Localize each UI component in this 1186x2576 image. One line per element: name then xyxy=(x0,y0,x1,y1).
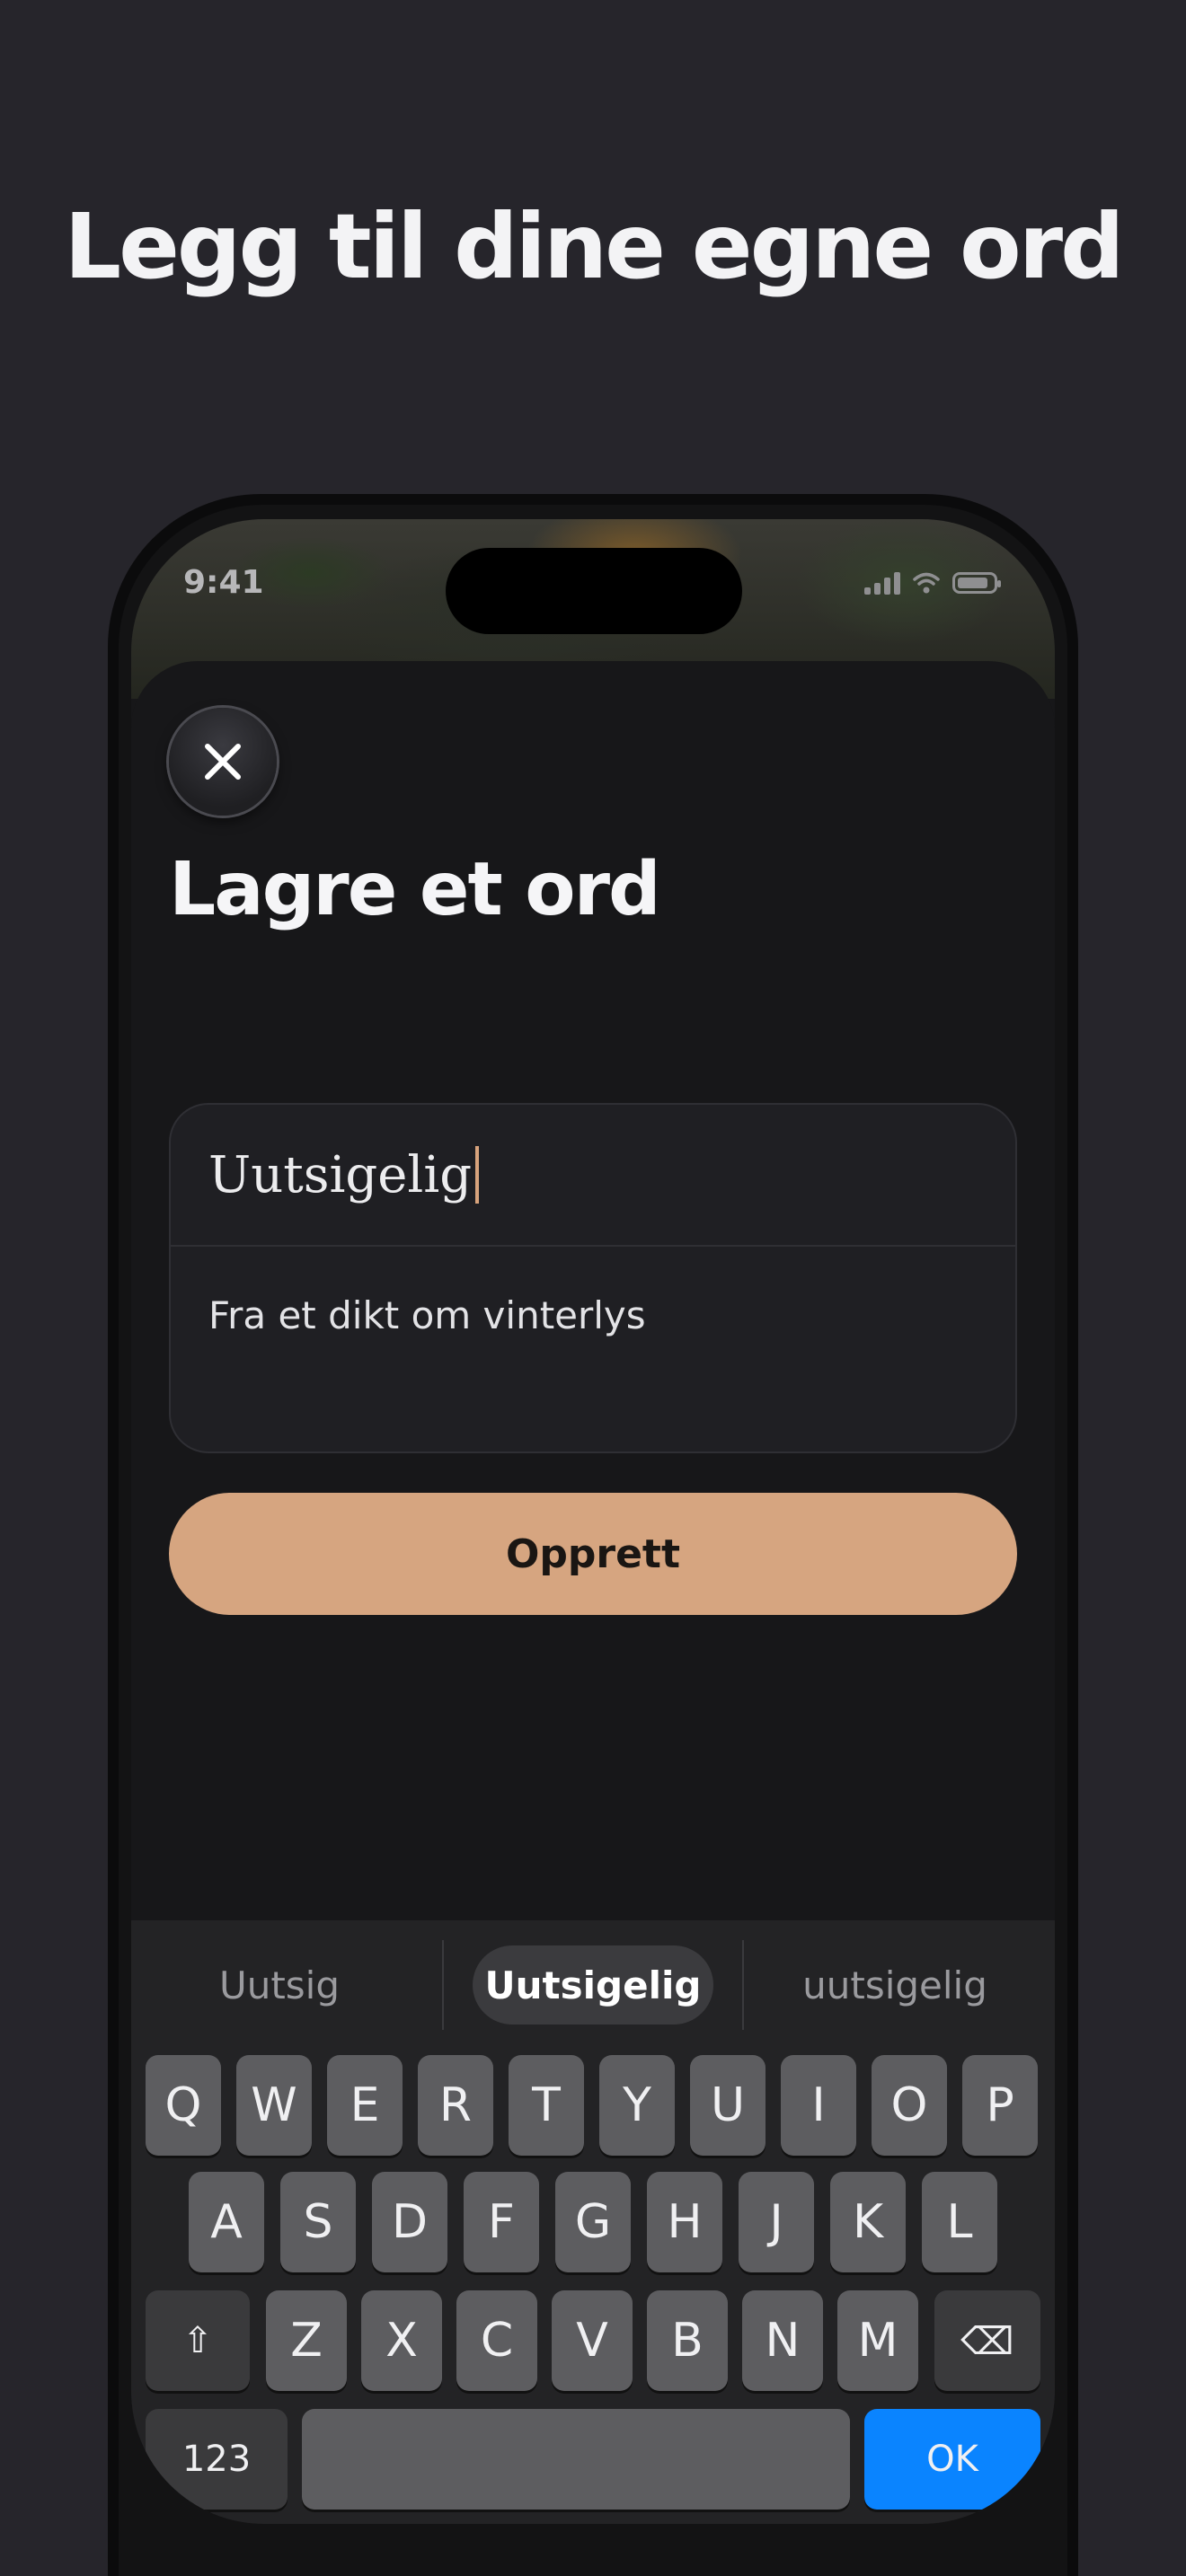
key-c[interactable]: C xyxy=(456,2290,537,2391)
suggestion-item[interactable]: Uutsig xyxy=(167,1945,392,2025)
dynamic-island xyxy=(446,548,742,634)
key-q[interactable]: Q xyxy=(146,2055,221,2156)
close-icon xyxy=(205,744,241,780)
suggestion-divider xyxy=(442,1940,444,2030)
key-s[interactable]: S xyxy=(280,2172,356,2272)
key-b[interactable]: B xyxy=(647,2290,728,2391)
key-l[interactable]: L xyxy=(922,2172,997,2272)
key-j[interactable]: J xyxy=(739,2172,814,2272)
key-k[interactable]: K xyxy=(830,2172,906,2272)
key-h[interactable]: H xyxy=(647,2172,722,2272)
close-button[interactable] xyxy=(169,708,277,816)
word-form-card: Uutsigelig Fra et dikt om vinterlys xyxy=(169,1103,1017,1453)
shift-key[interactable]: ⇧ xyxy=(146,2290,250,2391)
key-x[interactable]: X xyxy=(361,2290,442,2391)
note-input[interactable]: Fra et dikt om vinterlys xyxy=(208,1293,646,1337)
key-p[interactable]: P xyxy=(962,2055,1038,2156)
key-w[interactable]: W xyxy=(236,2055,312,2156)
keyboard: Uutsig Uutsigelig uutsigelig Q W E R T Y… xyxy=(131,1920,1055,2524)
numbers-key[interactable]: 123 xyxy=(146,2409,288,2510)
field-divider xyxy=(171,1245,1015,1247)
promo-headline: Legg til dine egne ord xyxy=(64,194,1124,299)
suggestion-item[interactable]: uutsigelig xyxy=(769,1945,1021,2025)
word-input-value: Uutsigelig xyxy=(208,1145,473,1204)
ok-key[interactable]: OK xyxy=(864,2409,1040,2510)
text-caret xyxy=(475,1146,480,1204)
key-u[interactable]: U xyxy=(690,2055,766,2156)
key-o[interactable]: O xyxy=(872,2055,947,2156)
space-key[interactable] xyxy=(302,2409,850,2510)
suggestion-divider xyxy=(742,1940,744,2030)
key-g[interactable]: G xyxy=(555,2172,631,2272)
battery-icon xyxy=(952,572,1001,594)
status-time: 9:41 xyxy=(183,564,264,601)
signal-icon xyxy=(864,571,900,595)
wifi-icon xyxy=(913,572,940,594)
key-e[interactable]: E xyxy=(327,2055,403,2156)
phone-screen: 9:41 Lagre et ord Uutsigelig Fra et dikt… xyxy=(131,519,1055,2524)
create-button[interactable]: Opprett xyxy=(169,1493,1017,1615)
key-r[interactable]: R xyxy=(418,2055,493,2156)
key-a[interactable]: A xyxy=(189,2172,264,2272)
key-v[interactable]: V xyxy=(552,2290,633,2391)
key-n[interactable]: N xyxy=(742,2290,823,2391)
key-d[interactable]: D xyxy=(372,2172,447,2272)
key-t[interactable]: T xyxy=(509,2055,584,2156)
key-f[interactable]: F xyxy=(464,2172,539,2272)
suggestion-bar: Uutsig Uutsigelig uutsigelig xyxy=(131,1920,1055,2055)
key-i[interactable]: I xyxy=(781,2055,856,2156)
word-input[interactable]: Uutsigelig xyxy=(171,1105,1015,1245)
key-m[interactable]: M xyxy=(837,2290,918,2391)
backspace-key[interactable]: ⌫ xyxy=(934,2290,1040,2391)
key-z[interactable]: Z xyxy=(266,2290,347,2391)
key-y[interactable]: Y xyxy=(599,2055,675,2156)
suggestion-item-selected[interactable]: Uutsigelig xyxy=(473,1945,713,2025)
status-icons xyxy=(864,568,1001,598)
sheet-title: Lagre et ord xyxy=(169,847,661,932)
